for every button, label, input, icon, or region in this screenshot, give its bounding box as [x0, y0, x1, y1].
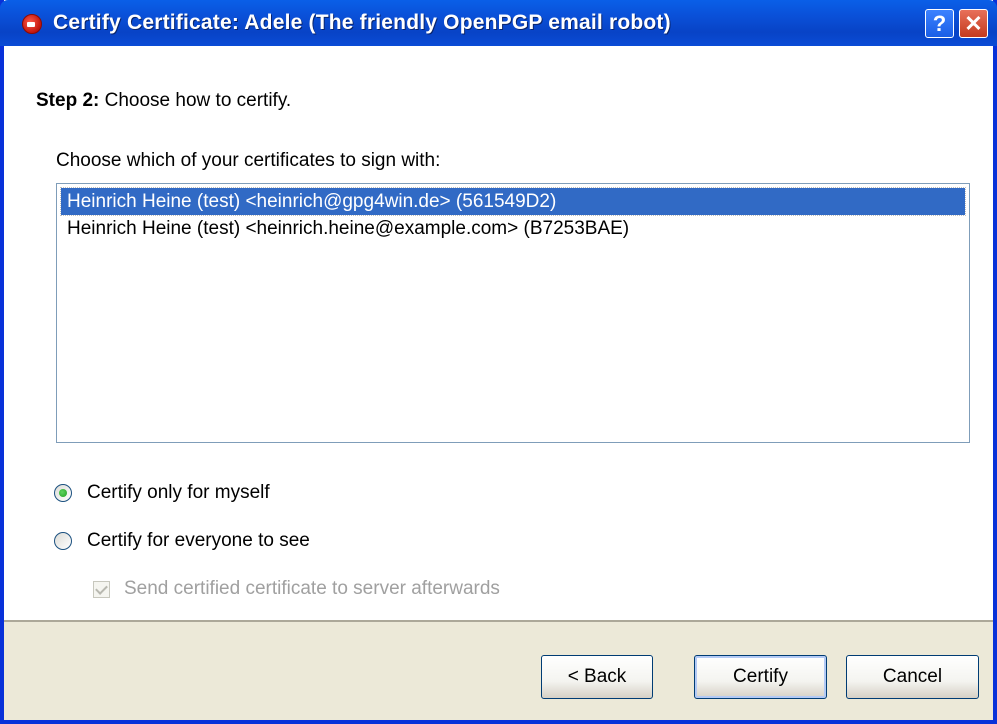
certify-only-myself-option[interactable]: Certify only for myself — [54, 482, 270, 504]
back-button[interactable]: < Back — [541, 655, 653, 699]
certify-for-everyone-label: Certify for everyone to see — [87, 530, 310, 551]
step-number: Step 2: — [36, 90, 100, 111]
certificate-item[interactable]: Heinrich Heine (test) <heinrich@gpg4win.… — [60, 187, 966, 216]
help-button[interactable]: ? — [925, 9, 954, 38]
radio-button-checked[interactable] — [54, 484, 72, 502]
kleopatra-app-icon — [22, 14, 42, 34]
send-to-server-label: Send certified certificate to server aft… — [124, 578, 500, 599]
step-text: Choose how to certify. — [99, 90, 292, 111]
certificate-list-label: Choose which of your certificates to sig… — [56, 150, 441, 171]
cancel-button[interactable]: Cancel — [846, 655, 979, 699]
certificate-list[interactable]: Heinrich Heine (test) <heinrich@gpg4win.… — [56, 183, 970, 443]
send-to-server-option: Send certified certificate to server aft… — [93, 578, 500, 600]
certificate-item[interactable]: Heinrich Heine (test) <heinrich.heine@ex… — [61, 215, 965, 242]
certify-dialog: Certify Certificate: Adele (The friendly… — [0, 0, 997, 724]
window-title: Certify Certificate: Adele (The friendly… — [53, 11, 671, 34]
certify-button[interactable]: Certify — [694, 655, 827, 699]
certify-only-myself-label: Certify only for myself — [87, 482, 270, 503]
close-button[interactable]: ✕ — [959, 9, 988, 38]
close-icon: ✕ — [964, 10, 983, 36]
wizard-page: Step 2: Choose how to certify. Choose wh… — [4, 46, 993, 620]
title-bar[interactable]: Certify Certificate: Adele (The friendly… — [0, 0, 997, 46]
radio-button-unchecked[interactable] — [54, 532, 72, 550]
step-heading: Step 2: Choose how to certify. — [36, 90, 291, 112]
help-icon: ? — [932, 10, 947, 36]
button-bar: < Back Certify Cancel — [4, 622, 993, 720]
certify-for-everyone-option[interactable]: Certify for everyone to see — [54, 530, 310, 552]
send-to-server-checkbox — [93, 580, 110, 598]
